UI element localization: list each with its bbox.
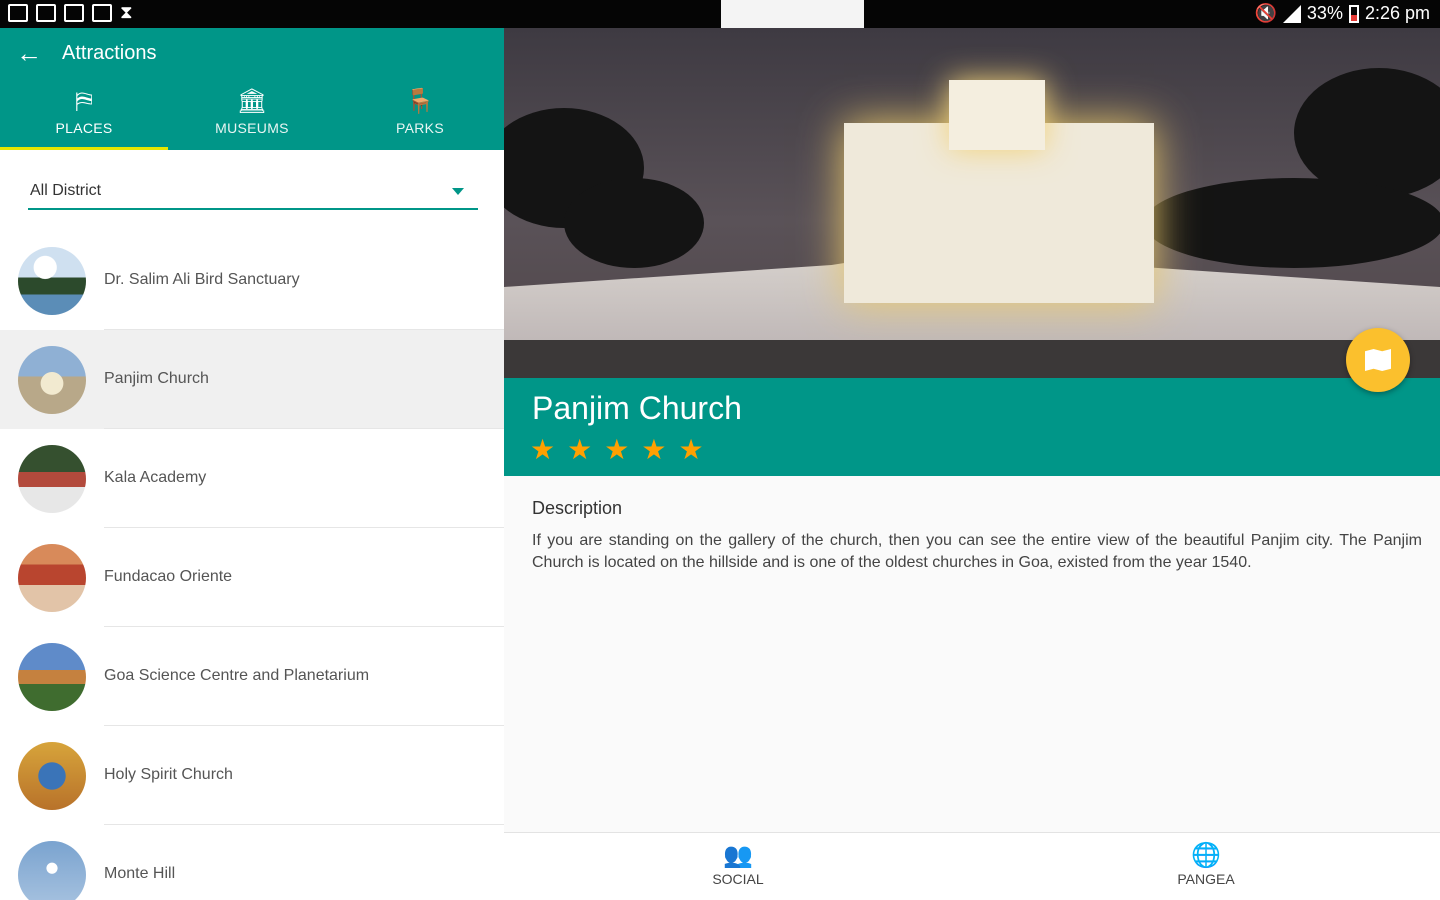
tab-places[interactable]: ⛿ PLACES [0,86,168,150]
map-button[interactable] [1346,328,1410,392]
district-select-value: All District [30,182,102,199]
dropdown-arrow-icon [452,188,464,195]
place-thumbnail [18,346,86,414]
list-item[interactable]: Kala Academy [0,429,504,528]
signal-icon [1282,4,1301,23]
star-icon: ★ [604,434,630,465]
social-button[interactable]: 👥 SOCIAL [504,833,972,900]
rating-stars: ★ ★ ★ ★ ★ [530,436,704,464]
mute-icon: 🔇 [1254,3,1277,23]
place-detail: Panjim Church ★ ★ ★ ★ ★ Description If y… [504,28,1440,900]
hourglass-icon [120,2,134,23]
place-thumbnail [18,544,86,612]
museum-icon: 🏛 [236,88,268,115]
attractions-panel: ← Attractions ⛿ PLACES 🏛 MUSEUMS 🪑 PARKS… [0,28,504,900]
star-icon: ★ [530,434,556,465]
places-list: Dr. Salim Ali Bird Sanctuary Panjim Chur… [0,231,504,900]
list-item[interactable]: Panjim Church [0,330,504,429]
place-name: Holy Spirit Church [104,766,233,783]
notification-icons [8,2,134,23]
place-photo [504,28,1440,378]
place-thumbnail [18,445,86,513]
place-name: Dr. Salim Ali Bird Sanctuary [104,271,300,288]
people-icon: 👥 [723,842,753,869]
place-name: Monte Hill [104,865,176,882]
place-name: Panjim Church [104,370,209,387]
list-item[interactable]: Goa Science Centre and Planetarium [0,627,504,726]
battery-level: 33% [1306,3,1343,23]
battery-icon [1348,4,1359,23]
list-item[interactable]: Dr. Salim Ali Bird Sanctuary [0,231,504,330]
tab-museums[interactable]: 🏛 MUSEUMS [168,86,336,150]
place-name: Goa Science Centre and Planetarium [104,667,370,684]
place-header: Panjim Church ★ ★ ★ ★ ★ [504,378,1440,476]
clock: 2:26 pm [1364,3,1430,23]
category-tabs: ⛿ PLACES 🏛 MUSEUMS 🪑 PARKS [0,86,504,150]
star-icon: ★ [567,434,593,465]
star-icon: ★ [641,434,667,465]
app-bar: ← Attractions ⛿ PLACES 🏛 MUSEUMS 🪑 PARKS [0,28,504,150]
status-bar: 🔇 33% 2:26 pm [0,0,1440,28]
back-arrow-icon[interactable]: ← [16,40,42,66]
place-thumbnail [18,643,86,711]
star-icon: ★ [678,434,704,465]
district-select[interactable]: All District [28,176,478,210]
signpost-icon: ⛿ [75,88,93,115]
place-thumbnail [18,841,86,900]
list-item[interactable]: Monte Hill [0,825,504,900]
list-item[interactable]: Holy Spirit Church [0,726,504,825]
email-icon [64,4,84,22]
place-thumbnail [18,247,86,315]
bottom-navigation: 👥 SOCIAL 🌐 PANGEA [504,832,1440,900]
description-heading: Description [532,498,623,518]
image-icon [36,4,56,22]
bench-icon: 🪑 [405,88,435,115]
place-name: Kala Academy [104,469,207,486]
gallery-icon [8,4,28,22]
description-text: If you are standing on the gallery of th… [532,532,1422,571]
tab-parks[interactable]: 🪑 PARKS [336,86,504,150]
message-icon [92,4,112,22]
place-name: Fundacao Oriente [104,568,233,585]
page-title: Attractions [62,42,157,64]
globe-icon: 🌐 [1191,842,1221,869]
map-icon [1365,349,1391,371]
place-thumbnail [18,742,86,810]
pangea-button[interactable]: 🌐 PANGEA [972,833,1440,900]
place-title: Panjim Church [532,390,742,426]
list-item[interactable]: Fundacao Oriente [0,528,504,627]
